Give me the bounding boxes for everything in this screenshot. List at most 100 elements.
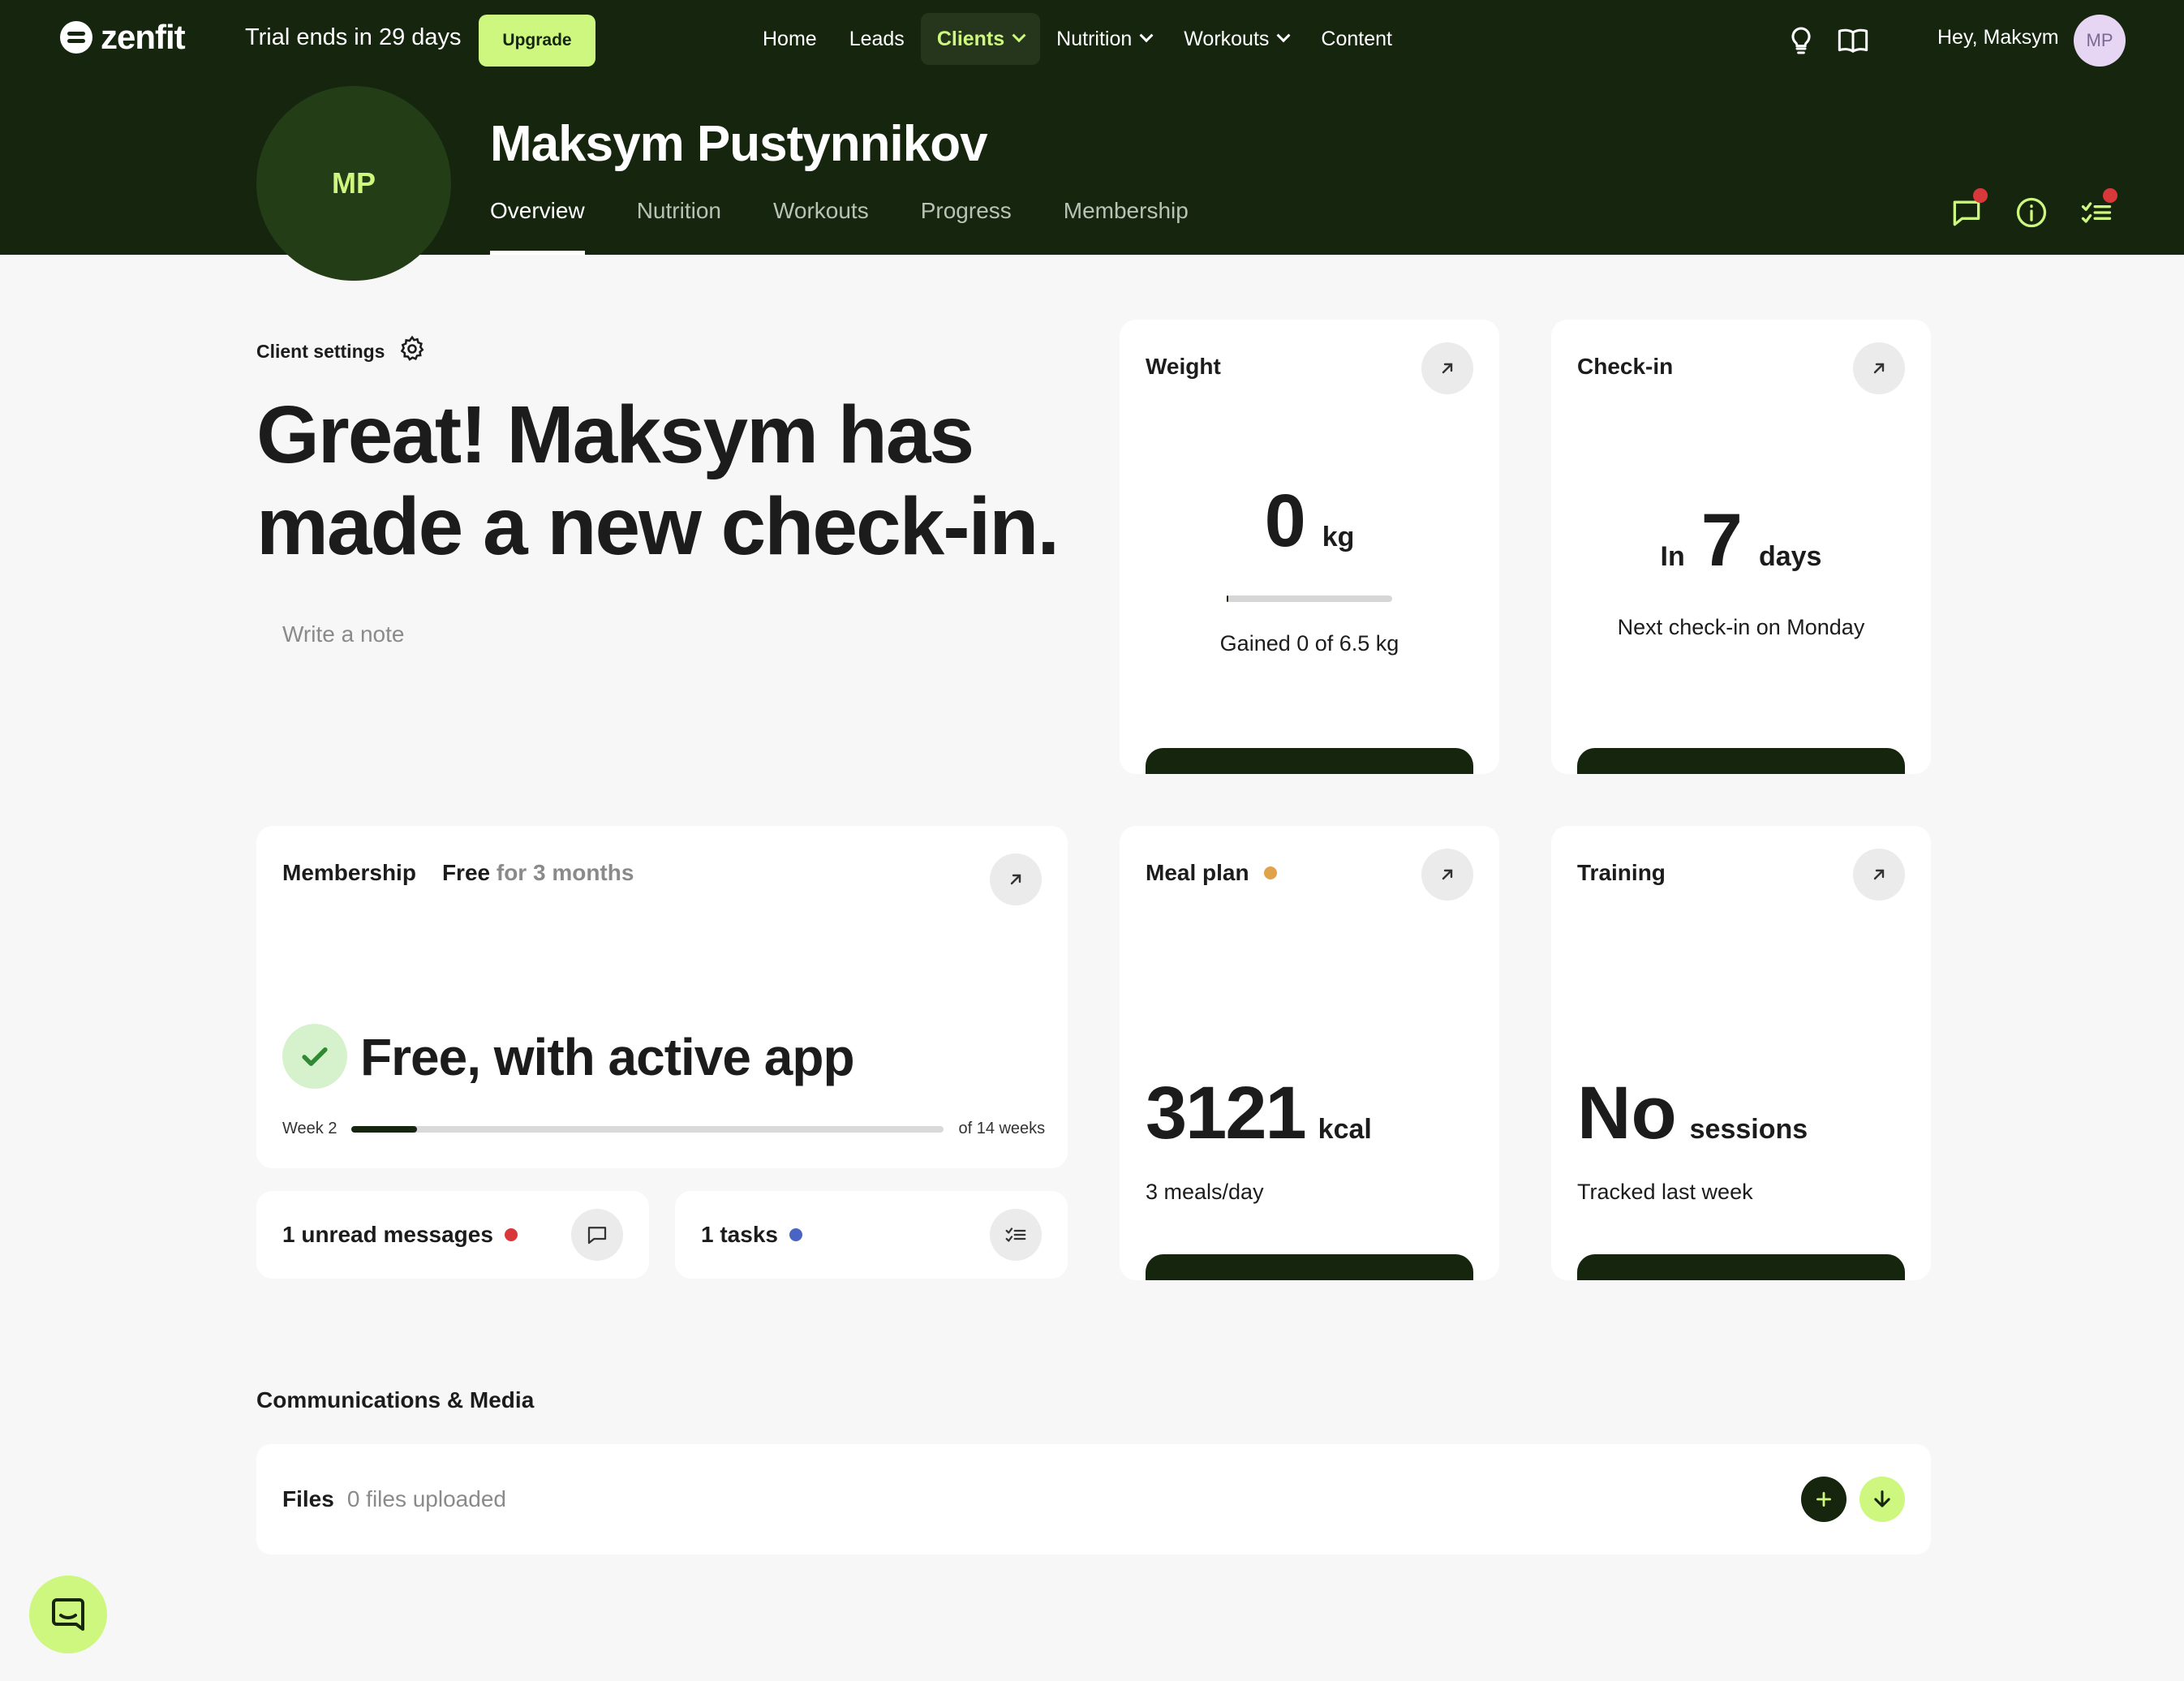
meal-plan-caption: 3 meals/day bbox=[1146, 1180, 1264, 1204]
lightbulb-icon[interactable] bbox=[1785, 24, 1817, 57]
tasks-icon bbox=[1005, 1227, 1026, 1242]
checkin-days: 7 bbox=[1700, 499, 1743, 582]
weight-value: 0 bbox=[1264, 479, 1306, 562]
download-files-button[interactable] bbox=[1859, 1477, 1905, 1522]
client-tabs: Overview Nutrition Workouts Progress Mem… bbox=[490, 198, 1189, 255]
gear-icon[interactable] bbox=[398, 334, 427, 368]
files-summary: Files 0 files uploaded bbox=[282, 1486, 506, 1512]
arrow-up-right-icon bbox=[1442, 363, 1453, 374]
info-icon[interactable] bbox=[2014, 195, 2049, 230]
user-greeting: Hey, Maksym bbox=[1937, 26, 2059, 49]
membership-progress-bar bbox=[351, 1125, 944, 1133]
logo-text: zenfit bbox=[101, 18, 186, 56]
open-training-button[interactable] bbox=[1853, 849, 1905, 901]
membership-title: Membership bbox=[282, 860, 416, 885]
checkin-caption: Next check-in on Monday bbox=[1617, 615, 1865, 639]
tab-workouts[interactable]: Workouts bbox=[773, 198, 869, 255]
meal-plan-title: Meal plan bbox=[1146, 860, 1249, 885]
weight-progress-bar bbox=[1227, 595, 1392, 602]
training-title: Training bbox=[1577, 860, 1666, 885]
chevron-down-icon bbox=[1276, 28, 1291, 43]
client-settings[interactable]: Client settings bbox=[256, 334, 427, 368]
checkin-prefix: In bbox=[1660, 541, 1685, 572]
arrow-up-right-icon bbox=[1442, 869, 1453, 880]
nav-content-label: Content bbox=[1321, 27, 1392, 50]
checkin-title: Check-in bbox=[1577, 354, 1674, 379]
checkin-value-row: In 7 days bbox=[1551, 498, 1931, 583]
weight-title: Weight bbox=[1146, 354, 1221, 379]
unread-dot bbox=[504, 1228, 518, 1241]
client-settings-label: Client settings bbox=[256, 340, 385, 362]
week-label: Week 2 bbox=[282, 1120, 337, 1137]
training-card: Training No sessions Tracked last week bbox=[1551, 826, 1931, 1280]
membership-progress: Week 2 of 14 weeks bbox=[282, 1120, 1045, 1138]
nav-leads[interactable]: Leads bbox=[833, 13, 921, 65]
tab-progress[interactable]: Progress bbox=[921, 198, 1012, 255]
chevron-down-icon bbox=[1139, 28, 1154, 43]
chat-icon[interactable] bbox=[1949, 188, 1988, 230]
chevron-down-icon bbox=[1012, 28, 1026, 43]
tasks-label: 1 tasks bbox=[701, 1222, 778, 1247]
client-avatar: MP bbox=[256, 86, 451, 281]
checkin-card-bar[interactable] bbox=[1577, 748, 1905, 774]
nav-home-label: Home bbox=[763, 27, 817, 50]
arrow-up-right-icon bbox=[1010, 874, 1021, 885]
nav-home[interactable]: Home bbox=[746, 13, 833, 65]
tasks-badge bbox=[2103, 188, 2117, 203]
messages-card[interactable]: 1 unread messages bbox=[256, 1191, 649, 1279]
tab-nutrition[interactable]: Nutrition bbox=[637, 198, 721, 255]
tab-overview[interactable]: Overview bbox=[490, 198, 585, 255]
user-avatar[interactable]: MP bbox=[2074, 15, 2126, 67]
note-input[interactable]: Write a note bbox=[282, 621, 404, 647]
chat-widget-icon bbox=[52, 1598, 84, 1631]
nav-nutrition[interactable]: Nutrition bbox=[1040, 13, 1167, 65]
open-messages-button[interactable] bbox=[571, 1209, 623, 1261]
checkin-headline: Great! Maksym has made a new check-in. bbox=[256, 389, 1060, 572]
files-label: Files bbox=[282, 1486, 334, 1511]
messages-label: 1 unread messages bbox=[282, 1222, 493, 1247]
training-card-bar[interactable] bbox=[1577, 1254, 1905, 1280]
tab-membership[interactable]: Membership bbox=[1064, 198, 1189, 255]
training-value-row: No sessions bbox=[1577, 1071, 1808, 1156]
membership-plan-info: Free for 3 months bbox=[442, 860, 634, 886]
meal-plan-card-bar[interactable] bbox=[1146, 1254, 1473, 1280]
open-checkin-button[interactable] bbox=[1853, 342, 1905, 394]
weight-card: Weight 0 kg Gained 0 of 6.5 kg bbox=[1120, 320, 1499, 774]
meal-plan-header: Meal plan bbox=[1146, 860, 1277, 886]
check-icon bbox=[282, 1024, 347, 1089]
nav-nutrition-label: Nutrition bbox=[1056, 27, 1133, 50]
add-file-button[interactable] bbox=[1801, 1477, 1847, 1522]
nav-leads-label: Leads bbox=[849, 27, 905, 50]
open-membership-button[interactable] bbox=[990, 853, 1042, 905]
zenfit-logo-icon bbox=[60, 21, 92, 54]
top-navbar: zenfit Trial ends in 29 days Upgrade Hom… bbox=[0, 0, 2184, 81]
upgrade-button[interactable]: Upgrade bbox=[479, 15, 595, 67]
checkin-card: Check-in In 7 days Next check-in on Mond… bbox=[1551, 320, 1931, 774]
trial-notice: Trial ends in 29 days bbox=[245, 24, 462, 50]
membership-card: Membership Free for 3 months Free, with … bbox=[256, 826, 1068, 1168]
nav-clients[interactable]: Clients bbox=[920, 13, 1041, 65]
tasks-card[interactable]: 1 tasks bbox=[675, 1191, 1068, 1279]
arrow-up-right-icon bbox=[1873, 869, 1885, 880]
nav-workouts[interactable]: Workouts bbox=[1167, 13, 1305, 65]
weight-value-row: 0 kg bbox=[1120, 479, 1499, 564]
zenfit-logo[interactable]: zenfit bbox=[60, 18, 186, 57]
tasks-icon[interactable] bbox=[2079, 188, 2117, 230]
comms-section-title: Communications & Media bbox=[256, 1387, 535, 1412]
nav-content[interactable]: Content bbox=[1305, 13, 1408, 65]
chat-icon bbox=[587, 1227, 607, 1245]
nav-clients-label: Clients bbox=[936, 27, 1005, 50]
messages-summary: 1 unread messages bbox=[282, 1222, 518, 1248]
book-icon[interactable] bbox=[1837, 24, 1869, 57]
open-meal-plan-button[interactable] bbox=[1421, 849, 1473, 901]
files-count: 0 files uploaded bbox=[346, 1486, 506, 1511]
weight-progress-fill bbox=[1227, 595, 1228, 602]
arrow-up-right-icon bbox=[1873, 363, 1885, 374]
weight-card-bar[interactable] bbox=[1146, 748, 1473, 774]
checkin-unit: days bbox=[1758, 541, 1822, 572]
support-chat-button[interactable] bbox=[29, 1576, 107, 1653]
training-value: No bbox=[1577, 1072, 1677, 1154]
open-weight-button[interactable] bbox=[1421, 342, 1473, 394]
total-weeks-label: of 14 weeks bbox=[958, 1120, 1046, 1137]
open-tasks-button[interactable] bbox=[990, 1209, 1042, 1261]
